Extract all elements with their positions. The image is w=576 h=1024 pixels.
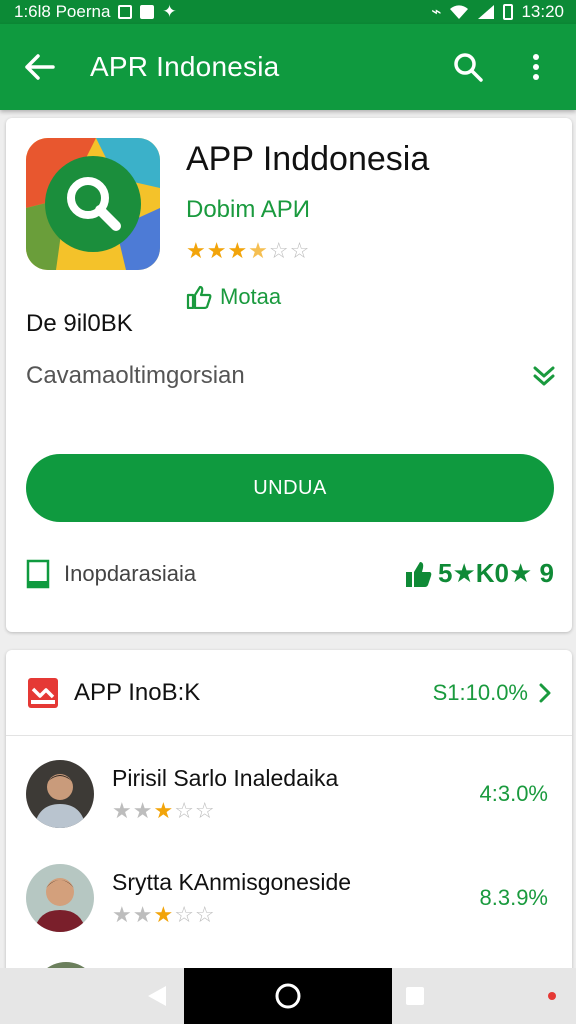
category-text: Cavamaoltimgorsian — [26, 362, 245, 389]
device-info: Inopdarasiaia — [26, 559, 196, 589]
like-label: Motaa — [220, 284, 282, 309]
battery-icon — [503, 4, 514, 20]
person-avatar-icon — [26, 864, 94, 932]
item-rating: ★★★☆☆ — [112, 798, 480, 824]
wifi-icon — [450, 5, 469, 19]
app-rating: ★★★★☆☆ — [186, 238, 310, 264]
status-left: 1:6l8 Poerna ✦ — [14, 2, 177, 22]
item-rating: ★★★☆☆ — [112, 902, 480, 928]
install-button[interactable]: UNDUA — [26, 454, 554, 522]
search-button[interactable] — [448, 47, 488, 87]
list-title: APP InoB:K — [74, 678, 201, 706]
item-pct: 8.3.9% — [479, 885, 549, 910]
rating-summary: 5★K0★ 9 — [404, 558, 554, 589]
item-name: Srytta KAnmisgoneside — [112, 868, 352, 895]
list-item[interactable]: Srytta KAnmisgoneside ★★★☆☆ 8.3.9% — [6, 846, 572, 950]
system-nav-bar — [0, 968, 576, 1024]
signal-icon — [478, 5, 495, 19]
notification-icon — [118, 5, 133, 19]
category-row[interactable]: Cavamaoltimgorsian — [26, 362, 556, 390]
status-time: 13:20 — [521, 2, 564, 21]
star-icon: ★★ — [112, 797, 154, 823]
avatar — [26, 760, 94, 828]
thumbs-up-icon — [186, 285, 212, 309]
thumbs-up-solid-icon — [406, 561, 432, 587]
star-icon: ★ — [153, 901, 175, 927]
search-icon — [454, 53, 483, 82]
image-notification-icon — [140, 5, 155, 19]
device-text: Inopdarasiaia — [64, 560, 197, 586]
star-icon: ★★ — [112, 901, 154, 927]
item-body: Pirisil Sarlo Inaledaika ★★★☆☆ — [112, 765, 480, 824]
status-text: 1:6l8 Poerna — [14, 2, 111, 21]
chart-badge-icon — [28, 677, 58, 708]
app-detail-card: APP Inddonesia Dobim APИ ★★★★☆☆ Motaa De… — [6, 118, 572, 632]
nav-home-button[interactable] — [273, 982, 303, 1010]
puzzle-icon: ✦ — [162, 2, 177, 21]
star-half-icon: ★ — [248, 238, 269, 263]
star-empty-icon: ☆☆ — [268, 238, 311, 263]
more-options-button[interactable] — [516, 47, 556, 87]
app-name: APP Inddonesia — [186, 140, 430, 178]
back-button[interactable] — [20, 47, 60, 87]
chevron-right-icon[interactable] — [538, 683, 552, 703]
list-header[interactable]: APP InoB:K S1:10.0% — [6, 650, 572, 736]
size-label: De 9il0BK — [26, 310, 133, 337]
rating-summary-text: 5★K0★ 9 — [438, 558, 554, 588]
status-right: ⌁ 13:20 — [431, 2, 564, 22]
item-pct: 4:3.0% — [479, 781, 549, 806]
back-arrow-icon — [25, 54, 55, 80]
nav-back-button[interactable] — [142, 982, 172, 1010]
notification-dot — [548, 992, 556, 1000]
star-icon: ☆☆ — [174, 901, 216, 927]
developer-link[interactable]: Dobim APИ — [186, 196, 310, 224]
item-body: Srytta KAnmisgoneside ★★★☆☆ — [112, 869, 480, 928]
app-bar-title: APR Indonesia — [90, 51, 280, 82]
avatar — [26, 864, 94, 932]
star-icon: ☆☆ — [174, 797, 216, 823]
tablet-icon — [26, 559, 50, 588]
app-bar: APR Indonesia — [0, 24, 576, 110]
app-logo-icon — [26, 138, 160, 270]
nav-recents-button[interactable] — [400, 982, 430, 1010]
related-apps-card: APP InoB:K S1:10.0% Pirisil Sarlo Inaled… — [6, 650, 572, 980]
nav-recents-icon — [406, 987, 424, 1005]
nav-home-icon — [275, 983, 301, 1009]
list-pct: S1:10.0% — [432, 679, 528, 705]
like-button[interactable]: Motaa — [186, 284, 281, 310]
vibrate-icon: ⌁ — [431, 2, 442, 21]
footer-row: Inopdarasiaia 5★K0★ 9 — [26, 558, 554, 589]
star-filled-icon: ★★★ — [186, 238, 249, 263]
nav-back-icon — [148, 986, 166, 1006]
list-item[interactable]: Pirisil Sarlo Inaledaika ★★★☆☆ 4:3.0% — [6, 742, 572, 846]
star-icon: ★ — [153, 797, 175, 823]
status-bar: 1:6l8 Poerna ✦ ⌁ 13:20 — [0, 0, 576, 24]
chevron-down-icon[interactable] — [532, 365, 556, 387]
person-avatar-icon — [26, 760, 94, 828]
item-name: Pirisil Sarlo Inaledaika — [112, 764, 339, 791]
app-icon — [26, 138, 160, 270]
more-vert-icon — [533, 54, 539, 80]
